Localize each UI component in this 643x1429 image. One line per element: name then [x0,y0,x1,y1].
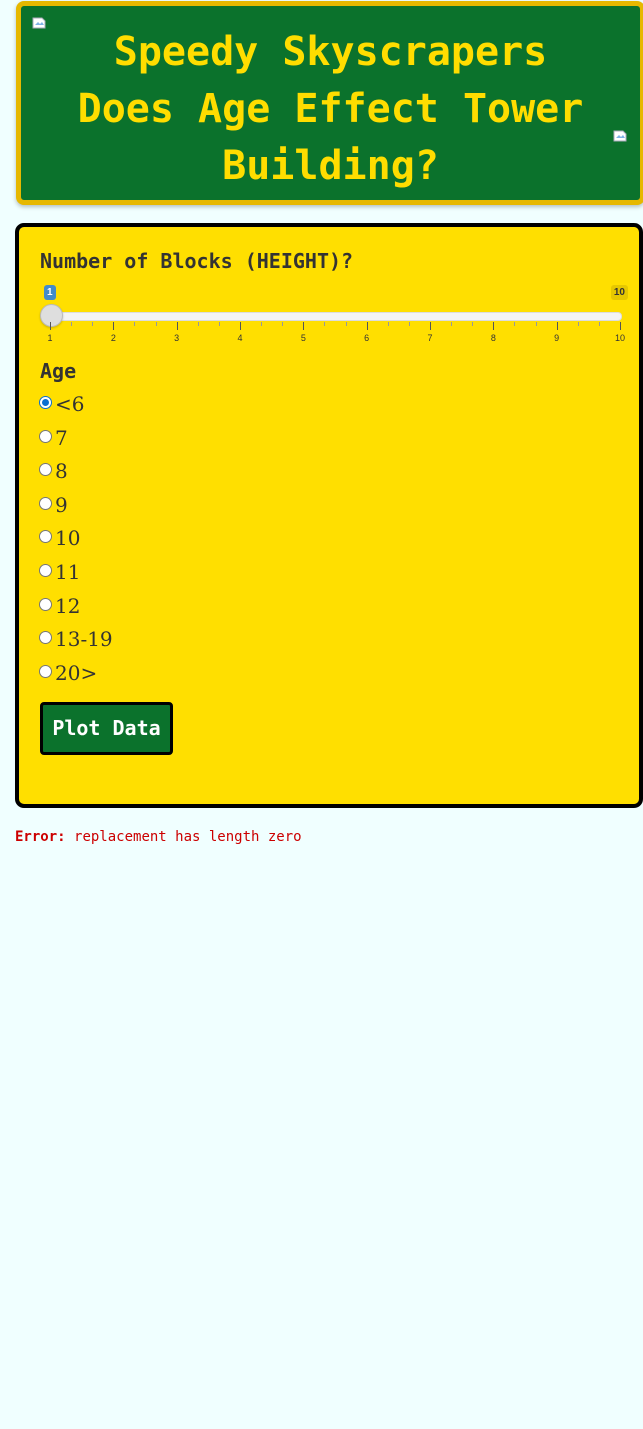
slider-minor-tick [598,322,600,326]
slider-tick-label: 10 [614,333,625,343]
slider-minor-tick [345,322,347,326]
slider-minor-tick [197,322,199,326]
slider-major-tick [113,322,115,330]
slider-tick-label: 6 [364,333,370,343]
age-option[interactable]: 10 [39,526,80,556]
broken-image-icon [613,130,629,142]
age-option[interactable]: 11 [39,560,80,590]
blocks-slider-label: Number of Blocks (HEIGHT)? [40,249,354,273]
input-panel: Number of Blocks (HEIGHT)? 1 10 12345678… [15,223,643,808]
slider-minor-tick [92,322,94,326]
slider-minor-tick [218,322,220,326]
error-message: Error: replacement has length zero [15,829,302,845]
page-title: Speedy Skyscrapers Does Age Effect Tower… [21,24,640,195]
slider-minor-tick [324,322,326,326]
age-option-label: 10 [55,526,81,551]
slider-tick-label: 1 [47,333,53,343]
age-option[interactable]: 7 [39,426,68,456]
age-radio-button[interactable] [39,631,52,645]
age-option-label: 11 [55,560,81,584]
age-option[interactable]: <6 [39,392,84,422]
age-radio-button[interactable] [39,396,52,409]
age-option[interactable]: 13-19 [39,627,113,657]
error-prefix: Error: [15,829,66,845]
slider-handle[interactable] [40,304,63,327]
age-radio-button[interactable] [39,429,52,443]
title-line-2: Does Age Effect Tower [77,86,584,132]
age-option-label: 12 [55,593,81,618]
slider-minor-tick [155,322,157,326]
slider-minor-tick [408,322,410,326]
slider-tick-label: 4 [237,333,243,343]
title-banner: Speedy Skyscrapers Does Age Effect Tower… [16,1,643,205]
slider-tick-label: 7 [427,333,433,343]
age-option[interactable]: 9 [39,493,68,523]
slider-minor-tick [514,322,516,326]
slider-tick-label: 8 [490,333,496,343]
age-radio-button[interactable] [39,564,52,577]
slider-tick-label: 5 [300,333,306,343]
title-line-3: Building? [222,143,439,189]
slider-major-tick [50,322,51,330]
slider-minor-tick [451,322,453,326]
slider-minor-tick [282,322,284,326]
age-option[interactable]: 12 [39,594,80,624]
slider-major-tick [620,322,621,330]
age-radio-button[interactable] [39,664,52,678]
slider-major-tick [303,322,305,330]
slider-tick-label: 3 [174,333,180,343]
slider-value-badge: 1 [44,285,56,300]
age-option-label: 13-19 [55,627,113,652]
slider-minor-tick [387,322,389,326]
age-option-label: 8 [55,459,68,484]
age-radio-button[interactable] [39,496,52,510]
slider-tick-label: 9 [554,333,560,343]
slider-major-tick [366,322,368,330]
blocks-slider[interactable]: 1 10 1 2 3 4 5 6 7 8 9 10 [40,285,628,343]
age-radio-button[interactable] [39,530,52,544]
slider-max-badge: 10 [610,285,628,300]
slider-major-tick [176,322,178,330]
title-line-1: Speedy Skyscrapers [113,29,548,75]
slider-minor-tick [261,322,263,326]
age-option-label: 9 [55,492,68,517]
age-option-label: 20> [55,660,98,685]
slider-minor-tick [134,322,136,326]
age-option[interactable]: 8 [39,459,68,489]
slider-track[interactable] [50,312,622,321]
slider-major-tick [240,322,241,330]
slider-major-tick [430,322,431,330]
age-option[interactable]: 20> [39,661,97,691]
slider-major-tick [556,322,558,330]
slider-minor-tick [71,322,73,326]
age-radio-button[interactable] [39,463,52,477]
slider-minor-tick [535,322,537,326]
slider-minor-tick [472,322,474,326]
slider-major-tick [493,322,495,330]
error-text: replacement has length zero [74,829,302,845]
age-option-label: 7 [55,425,68,450]
age-option-label: <6 [55,392,85,416]
age-radio-button[interactable] [39,597,52,611]
slider-minor-tick [577,322,579,326]
slider-tick-label: 2 [110,333,116,343]
age-label: Age [40,359,77,383]
plot-data-button[interactable]: Plot Data [40,702,173,755]
